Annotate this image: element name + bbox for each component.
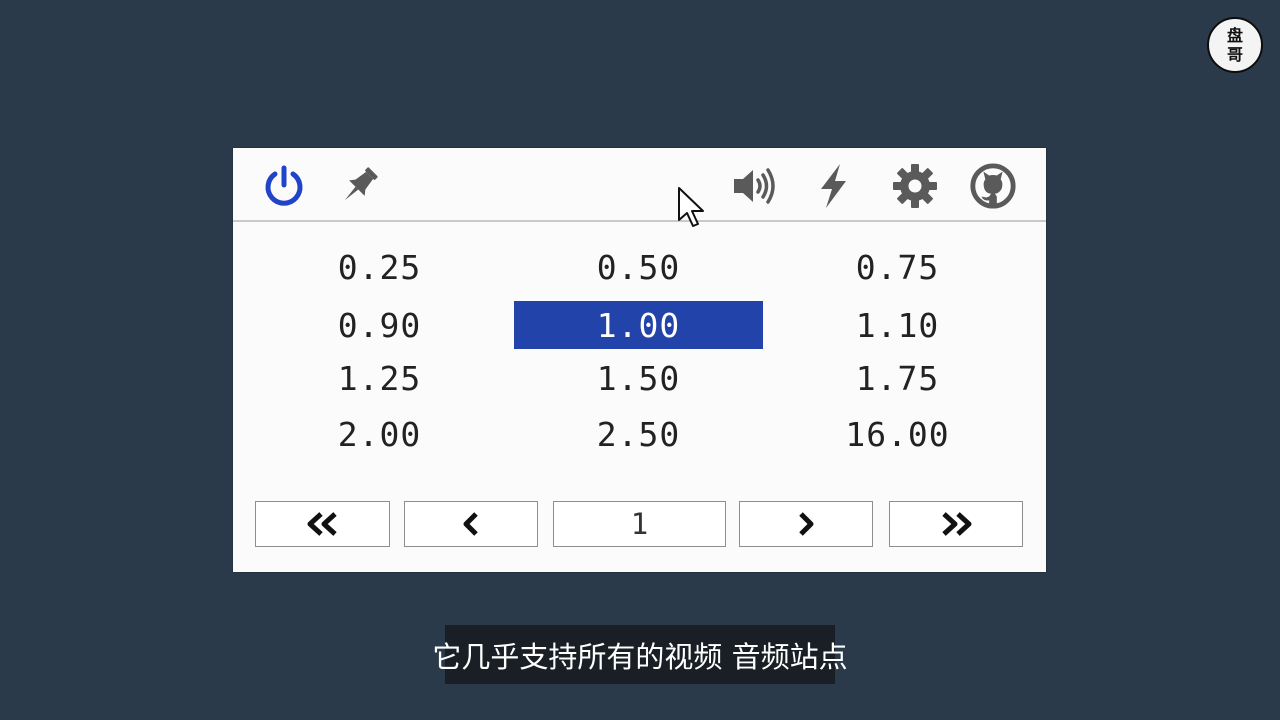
github-button[interactable] [969,162,1017,210]
watermark-seal: 盘 哥 [1207,17,1263,73]
popup-toolbar [233,148,1046,222]
mouse-cursor-icon [678,187,704,227]
speed-control-popup: 0.25 0.50 0.75 0.90 1.00 1.10 1.25 1.50 … [233,148,1046,572]
next-page-button[interactable] [739,501,873,547]
power-button[interactable] [260,162,308,210]
seal-char-1: 盘 [1226,26,1243,45]
speed-option-0-25[interactable]: 0.25 [255,243,504,291]
double-chevron-left-icon [307,512,337,536]
speed-option-16-00[interactable]: 16.00 [773,410,1022,458]
speed-option-0-75[interactable]: 0.75 [773,243,1022,291]
page-number-field[interactable]: 1 [553,501,726,547]
speed-option-2-50[interactable]: 2.50 [514,410,763,458]
video-subtitle: 它几乎支持所有的视频 音频站点 [432,625,848,684]
speed-option-0-50[interactable]: 0.50 [514,243,763,291]
github-icon [970,163,1016,209]
last-page-button[interactable] [889,501,1023,547]
chevron-left-icon [463,512,478,536]
speed-option-1-00-selected[interactable]: 1.00 [514,301,763,349]
first-page-button[interactable] [255,501,390,547]
bolt-icon [821,164,846,208]
chevron-right-icon [799,512,814,536]
video-frame: 盘 哥 0.25 0.50 0.75 0.90 1.00 1.10 1.25 1… [0,0,1280,720]
speed-option-1-10[interactable]: 1.10 [773,301,1022,349]
double-chevron-right-icon [942,512,972,536]
pin-button[interactable] [335,162,383,210]
gear-icon [893,164,937,208]
volume-button[interactable] [731,162,779,210]
settings-button[interactable] [891,162,939,210]
seal-char-2: 哥 [1226,45,1243,64]
prev-page-button[interactable] [404,501,538,547]
speed-option-1-50[interactable]: 1.50 [514,354,763,402]
volume-icon [734,168,775,204]
bolt-button[interactable] [809,162,857,210]
speed-option-1-25[interactable]: 1.25 [255,354,504,402]
speed-option-0-90[interactable]: 0.90 [255,301,504,349]
speed-option-1-75[interactable]: 1.75 [773,354,1022,402]
pin-icon [344,167,378,201]
power-icon [265,165,303,206]
speed-option-2-00[interactable]: 2.00 [255,410,504,458]
